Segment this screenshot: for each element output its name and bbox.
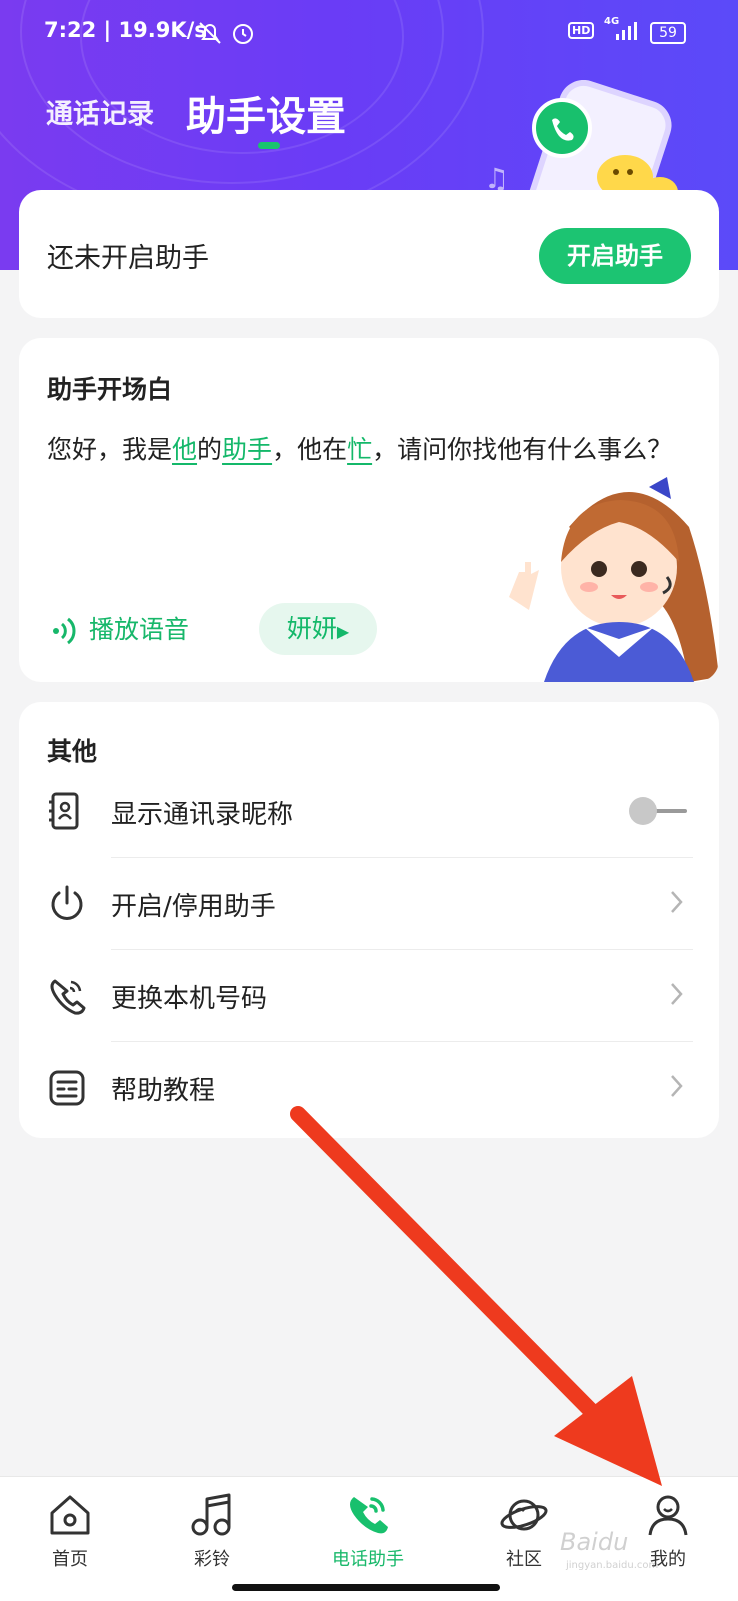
other-settings-card: 其他 显示通讯录昵称 开启/停用助手 更换本机号码 帮助教程 (19, 702, 719, 1138)
planet-icon (500, 1499, 548, 1531)
setting-label: 帮助教程 (111, 1076, 216, 1106)
greeting-text-part: 您好，我是 (47, 435, 173, 464)
setting-change-phone-number[interactable]: 更换本机号码 (19, 950, 719, 1042)
phone-icon (50, 979, 86, 1015)
chevron-right-icon (671, 983, 683, 1005)
setting-toggle-assistant[interactable]: 开启/停用助手 (19, 858, 719, 950)
assistant-status-card: 还未开启助手 开启助手 (19, 190, 719, 318)
home-icon (50, 1495, 90, 1535)
play-voice-label: 播放语音 (89, 615, 190, 644)
setting-label: 显示通讯录昵称 (111, 800, 294, 830)
enable-assistant-button[interactable]: 开启助手 (539, 228, 691, 284)
tab-home[interactable]: 首页 (10, 1477, 130, 1601)
power-icon (51, 885, 83, 920)
chevron-right-icon (671, 1075, 683, 1097)
assistant-girl-illustration (509, 477, 719, 682)
music-note-icon (191, 1493, 231, 1536)
greeting-text-part: 的 (197, 435, 223, 464)
contacts-icon (49, 792, 79, 830)
setting-label: 更换本机号码 (111, 984, 268, 1014)
assistant-status-label: 还未开启助手 (47, 243, 209, 274)
voice-selector[interactable]: 妍妍▶ (259, 603, 377, 655)
triangle-right-icon: ▶ (336, 622, 350, 641)
status-time: 7:22 | 19.9K/s (44, 18, 207, 42)
play-voice-button[interactable]: 播放语音 (51, 610, 189, 646)
tab-phone-assistant[interactable]: 电话助手 (308, 1477, 428, 1601)
other-section-title: 其他 (47, 737, 98, 766)
home-indicator[interactable] (232, 1584, 500, 1591)
greeting-variable-he[interactable]: 他 (172, 435, 197, 464)
help-doc-icon (49, 1070, 85, 1106)
sound-wave-icon (53, 617, 76, 645)
signal-icon (616, 22, 637, 40)
watermark-logo: Baidu (560, 1528, 629, 1556)
tab-call-records[interactable]: 通话记录 (46, 92, 154, 131)
alarm-icon (233, 24, 253, 44)
mute-bell-icon (199, 22, 221, 44)
nickname-toggle-switch[interactable] (627, 796, 689, 826)
greeting-title: 助手开场白 (47, 375, 173, 404)
greeting-text: 您好，我是他的助手，他在忙，请问你找他有什么事么？ (47, 430, 672, 466)
setting-label: 开启/停用助手 (111, 892, 276, 922)
tab-label: 电话助手 (332, 1549, 404, 1570)
person-icon (648, 1495, 688, 1536)
battery-indicator: 59 (650, 22, 686, 44)
chevron-right-icon (671, 891, 683, 913)
setting-show-contact-nickname[interactable]: 显示通讯录昵称 (19, 766, 719, 858)
tab-label: 彩铃 (194, 1549, 230, 1570)
tab-assistant-settings[interactable]: 助手设置 (186, 84, 346, 142)
greeting-text-part: ，请问你找他有什么事么？ (372, 435, 673, 464)
watermark-url: jingyan.baidu.com (566, 1560, 659, 1571)
greeting-card: 助手开场白 您好，我是他的助手，他在忙，请问你找他有什么事么？ 播放语音 妍妍▶ (19, 338, 719, 682)
status-bar: 7:22 | 19.9K/s HD 4G 59 (0, 0, 738, 66)
voice-name: 妍妍 (286, 614, 337, 643)
greeting-variable-assistant[interactable]: 助手 (222, 435, 272, 464)
greeting-text-part: ，他在 (272, 435, 348, 464)
phone-assistant-icon (350, 1497, 388, 1534)
greeting-variable-busy[interactable]: 忙 (347, 435, 372, 464)
setting-help-tutorial[interactable]: 帮助教程 (19, 1042, 719, 1134)
tab-label: 首页 (52, 1549, 88, 1570)
hd-badge: HD (568, 22, 595, 39)
tab-ringtone[interactable]: 彩铃 (152, 1477, 272, 1601)
tab-active-indicator (258, 142, 280, 149)
